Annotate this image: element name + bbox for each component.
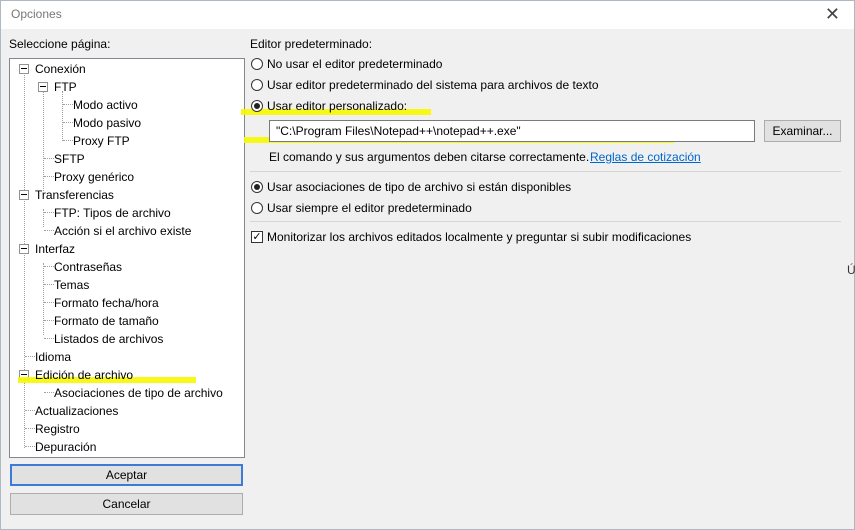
tree-item-listados[interactable]: Listados de archivos xyxy=(54,330,163,348)
options-dialog: Opciones ✕ Seleccione página: Conexión F… xyxy=(0,0,855,530)
tree-item-actualizaciones[interactable]: Actualizaciones xyxy=(35,402,118,420)
tree-item-accion-archivo[interactable]: Acción si el archivo existe xyxy=(54,222,191,240)
tree-item-transferencias[interactable]: Transferencias xyxy=(35,186,114,204)
tree-item-ftp[interactable]: FTP xyxy=(54,78,77,96)
monitor-checkbox[interactable]: ✓ xyxy=(251,231,263,243)
monitor-checkbox-label[interactable]: Monitorizar los archivos editados localm… xyxy=(267,230,691,244)
collapse-icon[interactable] xyxy=(19,244,29,254)
tree-item-proxy-ftp[interactable]: Proxy FTP xyxy=(73,132,130,150)
tree-item-modo-pasivo[interactable]: Modo pasivo xyxy=(73,114,141,132)
close-icon[interactable]: ✕ xyxy=(825,3,840,25)
quote-rules-link[interactable]: Reglas de cotización xyxy=(590,150,701,164)
background-window-fragment: Ú xyxy=(847,263,855,277)
tree-item-sftp[interactable]: SFTP xyxy=(54,150,85,168)
tree-item-formato-tamano[interactable]: Formato de tamaño xyxy=(54,312,159,330)
quote-note: El comando y sus argumentos deben citars… xyxy=(269,150,590,164)
window-title: Opciones xyxy=(11,7,62,21)
radio-always-default-label[interactable]: Usar siempre el editor predeterminado xyxy=(267,201,472,215)
editor-section-label: Editor predeterminado: xyxy=(250,37,373,51)
radio-use-associations-label[interactable]: Usar asociaciones de tipo de archivo si … xyxy=(267,180,571,194)
title-bar: Opciones ✕ xyxy=(1,1,854,29)
custom-editor-path-input[interactable]: "C:\Program Files\Notepad++\notepad++.ex… xyxy=(269,120,755,142)
cancel-button[interactable]: Cancelar xyxy=(10,493,243,515)
page-select-label: Seleccione página: xyxy=(9,37,111,51)
tree-item-ftp-tipos[interactable]: FTP: Tipos de archivo xyxy=(54,204,171,222)
tree-item-proxy-generico[interactable]: Proxy genérico xyxy=(54,168,134,186)
tree-item-conexion[interactable]: Conexión xyxy=(35,60,86,78)
tree-item-contrasenas[interactable]: Contraseñas xyxy=(54,258,122,276)
radio-use-associations[interactable] xyxy=(251,181,263,193)
radio-no-editor[interactable] xyxy=(251,58,263,70)
radio-custom-editor-label[interactable]: Usar editor personalizado: xyxy=(267,99,407,113)
tree-item-modo-activo[interactable]: Modo activo xyxy=(73,96,138,114)
page-tree[interactable]: Conexión FTP Modo activo Modo pasivo Pro… xyxy=(9,58,245,458)
tree-item-depuracion[interactable]: Depuración xyxy=(35,438,96,456)
tree-item-temas[interactable]: Temas xyxy=(54,276,89,294)
collapse-icon[interactable] xyxy=(38,82,48,92)
radio-system-editor-label[interactable]: Usar editor predeterminado del sistema p… xyxy=(267,78,599,92)
separator xyxy=(250,221,841,222)
separator xyxy=(250,171,841,172)
collapse-icon[interactable] xyxy=(19,190,29,200)
radio-always-default[interactable] xyxy=(251,202,263,214)
radio-no-editor-label[interactable]: No usar el editor predeterminado xyxy=(267,57,442,71)
tree-item-interfaz[interactable]: Interfaz xyxy=(35,240,75,258)
radio-system-editor[interactable] xyxy=(251,79,263,91)
tree-item-registro[interactable]: Registro xyxy=(35,420,80,438)
radio-custom-editor[interactable] xyxy=(251,100,263,112)
ok-button[interactable]: Aceptar xyxy=(10,464,243,486)
collapse-icon[interactable] xyxy=(19,64,29,74)
tree-item-idioma[interactable]: Idioma xyxy=(35,348,71,366)
tree-item-formato-fecha[interactable]: Formato fecha/hora xyxy=(54,294,159,312)
tree-item-asociaciones[interactable]: Asociaciones de tipo de archivo xyxy=(54,384,223,402)
browse-button[interactable]: Examinar... xyxy=(764,120,841,142)
tree-item-edicion-archivo[interactable]: Edición de archivo xyxy=(35,366,133,384)
